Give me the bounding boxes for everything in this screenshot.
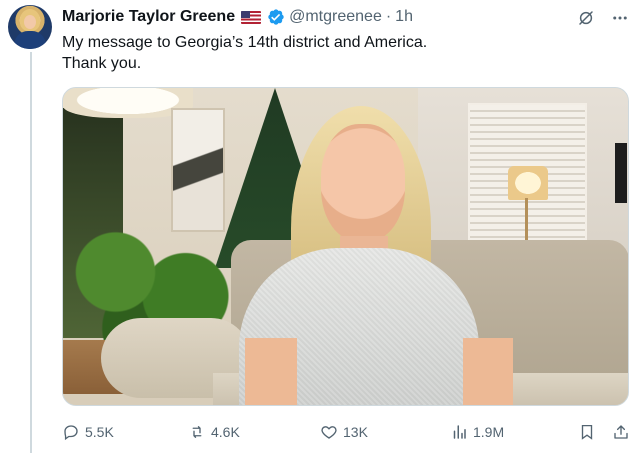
speaker-face <box>321 124 405 242</box>
tweet-actions: 5.5K 4.6K 13K 1.9M <box>62 420 630 444</box>
us-flag-icon <box>241 10 262 24</box>
share-button[interactable] <box>612 423 630 441</box>
tweet: Marjorie Taylor Greene @mtgreenee · 1h M… <box>0 0 640 453</box>
more-icon[interactable] <box>610 8 630 28</box>
bookmark-button[interactable] <box>578 423 596 441</box>
tweet-text: My message to Georgia’s 14th district an… <box>62 34 428 72</box>
bookmark-icon <box>581 424 593 440</box>
avatar[interactable] <box>8 5 52 49</box>
author-handle[interactable]: @mtgreenee <box>289 8 382 26</box>
reply-count: 5.5K <box>85 424 114 440</box>
speaker-left-arm <box>245 338 297 405</box>
lamp-shade <box>508 166 548 200</box>
heart-icon <box>321 426 337 439</box>
lamp-stand <box>525 198 528 244</box>
author-name[interactable]: Marjorie Taylor Greene <box>62 8 235 26</box>
repost-icon <box>192 426 202 438</box>
repost-count: 4.6K <box>211 424 240 440</box>
thread-line <box>30 52 32 453</box>
separator-dot: · <box>385 8 392 25</box>
tweet-header: Marjorie Taylor Greene @mtgreenee · 1h <box>62 7 413 27</box>
timestamp[interactable]: 1h <box>395 8 413 26</box>
reply-button[interactable]: 5.5K <box>62 423 114 441</box>
video-thumbnail[interactable] <box>62 87 629 406</box>
views-button[interactable]: 1.9M <box>450 423 504 441</box>
tweet-top-actions <box>576 8 630 28</box>
repost-button[interactable]: 4.6K <box>188 423 240 441</box>
flag-canton <box>241 10 251 18</box>
speaker-right-arm <box>463 338 513 405</box>
avatar-face <box>24 15 36 29</box>
grok-icon[interactable] <box>576 8 596 28</box>
views-icon <box>453 425 466 439</box>
verified-badge-icon[interactable] <box>267 8 285 26</box>
avatar-shirt <box>14 31 46 49</box>
like-button[interactable]: 13K <box>320 423 368 441</box>
view-count: 1.9M <box>473 424 505 440</box>
like-count: 13K <box>343 424 368 440</box>
television <box>615 143 627 203</box>
reply-icon <box>64 425 78 441</box>
share-icon <box>614 425 628 439</box>
